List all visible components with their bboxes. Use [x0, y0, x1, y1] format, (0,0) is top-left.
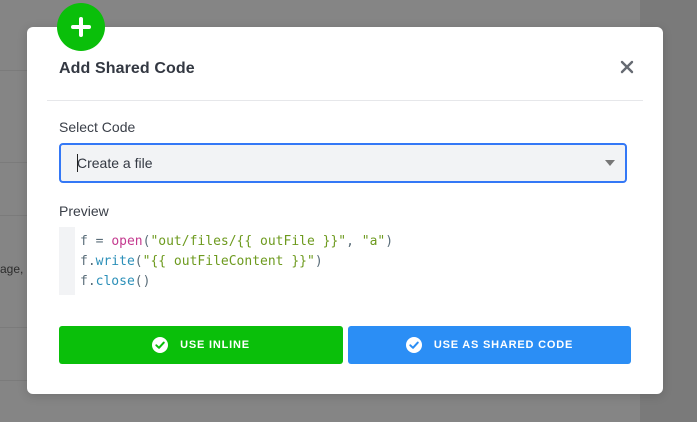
- select-code-value: Create a file: [77, 155, 153, 171]
- code-token: f: [80, 234, 88, 249]
- code-line: f.close(): [80, 272, 393, 292]
- select-code-dropdown[interactable]: Create a file: [59, 143, 627, 183]
- code-line: f = open("out/files/{{ outFile }}", "a"): [80, 232, 393, 252]
- code-token: f.: [80, 274, 96, 289]
- add-shared-code-modal: Add Shared Code Select Code Create a fil…: [27, 3, 663, 394]
- code-block: f = open("out/files/{{ outFile }}", "a")…: [80, 232, 393, 292]
- code-preview: f = open("out/files/{{ outFile }}", "a")…: [59, 227, 627, 295]
- check-circle-icon: [152, 337, 169, 353]
- code-gutter: [59, 227, 75, 295]
- code-token: write: [95, 254, 135, 269]
- background-text: age,: [0, 262, 24, 276]
- use-inline-button[interactable]: USE INLINE: [59, 326, 343, 364]
- use-as-shared-code-label: USE AS SHARED CODE: [433, 339, 574, 351]
- code-token: close: [95, 274, 135, 289]
- code-token: "out/files/{{ outFile }}": [150, 234, 347, 249]
- preview-label: Preview: [59, 203, 109, 219]
- code-line: f.write("{{ outFileContent }}"): [80, 252, 393, 272]
- code-token: f.: [80, 254, 96, 269]
- code-token: "{{ outFileContent }}": [142, 254, 315, 269]
- code-token: (: [134, 254, 143, 269]
- code-token: ): [314, 254, 323, 269]
- code-token: (): [134, 274, 151, 289]
- code-token: open: [111, 234, 143, 249]
- check-circle-icon: [405, 337, 422, 353]
- code-token: ,: [346, 234, 362, 249]
- plus-icon: [57, 3, 105, 51]
- use-inline-label: USE INLINE: [180, 339, 250, 351]
- header-divider: [47, 100, 643, 101]
- code-token: ): [385, 234, 394, 249]
- use-as-shared-code-button[interactable]: USE AS SHARED CODE: [348, 326, 631, 364]
- modal-title: Add Shared Code: [59, 60, 195, 77]
- select-code-label: Select Code: [59, 119, 136, 135]
- close-icon[interactable]: [619, 58, 635, 76]
- chevron-down-icon[interactable]: [605, 160, 615, 166]
- code-token: =: [87, 234, 112, 249]
- code-token: "a": [361, 234, 386, 249]
